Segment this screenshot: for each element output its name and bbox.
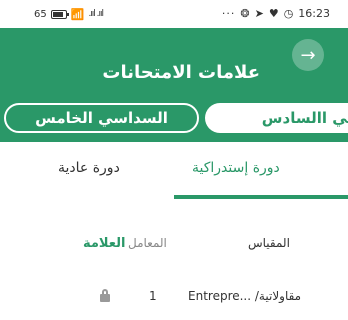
person-icon: ❂ — [240, 7, 250, 20]
course-coefficient: 1 — [149, 289, 157, 303]
signal-icon: .ııl .ııl — [88, 9, 104, 19]
clock-time: 16:23 — [298, 7, 330, 20]
battery-icon — [50, 9, 69, 19]
heart-icon: ♥ — [268, 7, 279, 20]
status-left: 65 📶 .ııl .ııl — [34, 7, 104, 21]
page-title: علامات الامتحانات — [102, 62, 260, 83]
semester-chip-sixth[interactable]: داسي االسادس — [205, 103, 348, 133]
table-row[interactable]: Entrepre... /مقاولاتية 1 — [0, 280, 348, 320]
overflow-dots: ··· — [221, 7, 236, 20]
column-header-grade: العلامة — [83, 236, 126, 251]
session-tabs: دورة عادية دورة إستدراكية — [0, 142, 348, 200]
semester-chip-fifth[interactable]: السداسي الخامس — [4, 103, 199, 133]
lock-icon — [99, 288, 111, 302]
status-bar: 65 📶 .ııl .ııl ··· ❂ ➤ ♥ ◷ 16:23 — [0, 0, 348, 28]
alarm-icon: ◷ — [283, 7, 294, 20]
wifi-icon: 📶 — [70, 7, 85, 21]
column-header-measure: المقياس — [248, 236, 290, 250]
grades-table-header: المقياس المعامل العلامة — [0, 200, 348, 280]
column-header-coefficient: المعامل — [128, 236, 167, 250]
tab-makeup-session[interactable]: دورة إستدراكية — [192, 160, 280, 176]
app-header: → علامات الامتحانات — [0, 28, 348, 98]
course-name: Entrepre... /مقاولاتية — [188, 289, 302, 303]
arrow-right-icon[interactable]: → — [292, 39, 324, 71]
location-icon: ➤ — [254, 7, 264, 20]
status-right: ··· ❂ ➤ ♥ ◷ 16:23 — [222, 7, 330, 20]
tab-regular-session[interactable]: دورة عادية — [58, 160, 120, 176]
active-tab-indicator — [174, 195, 348, 199]
battery-level: 65 — [34, 8, 47, 20]
semester-selector: السداسي الخامس داسي االسادس — [0, 98, 348, 142]
